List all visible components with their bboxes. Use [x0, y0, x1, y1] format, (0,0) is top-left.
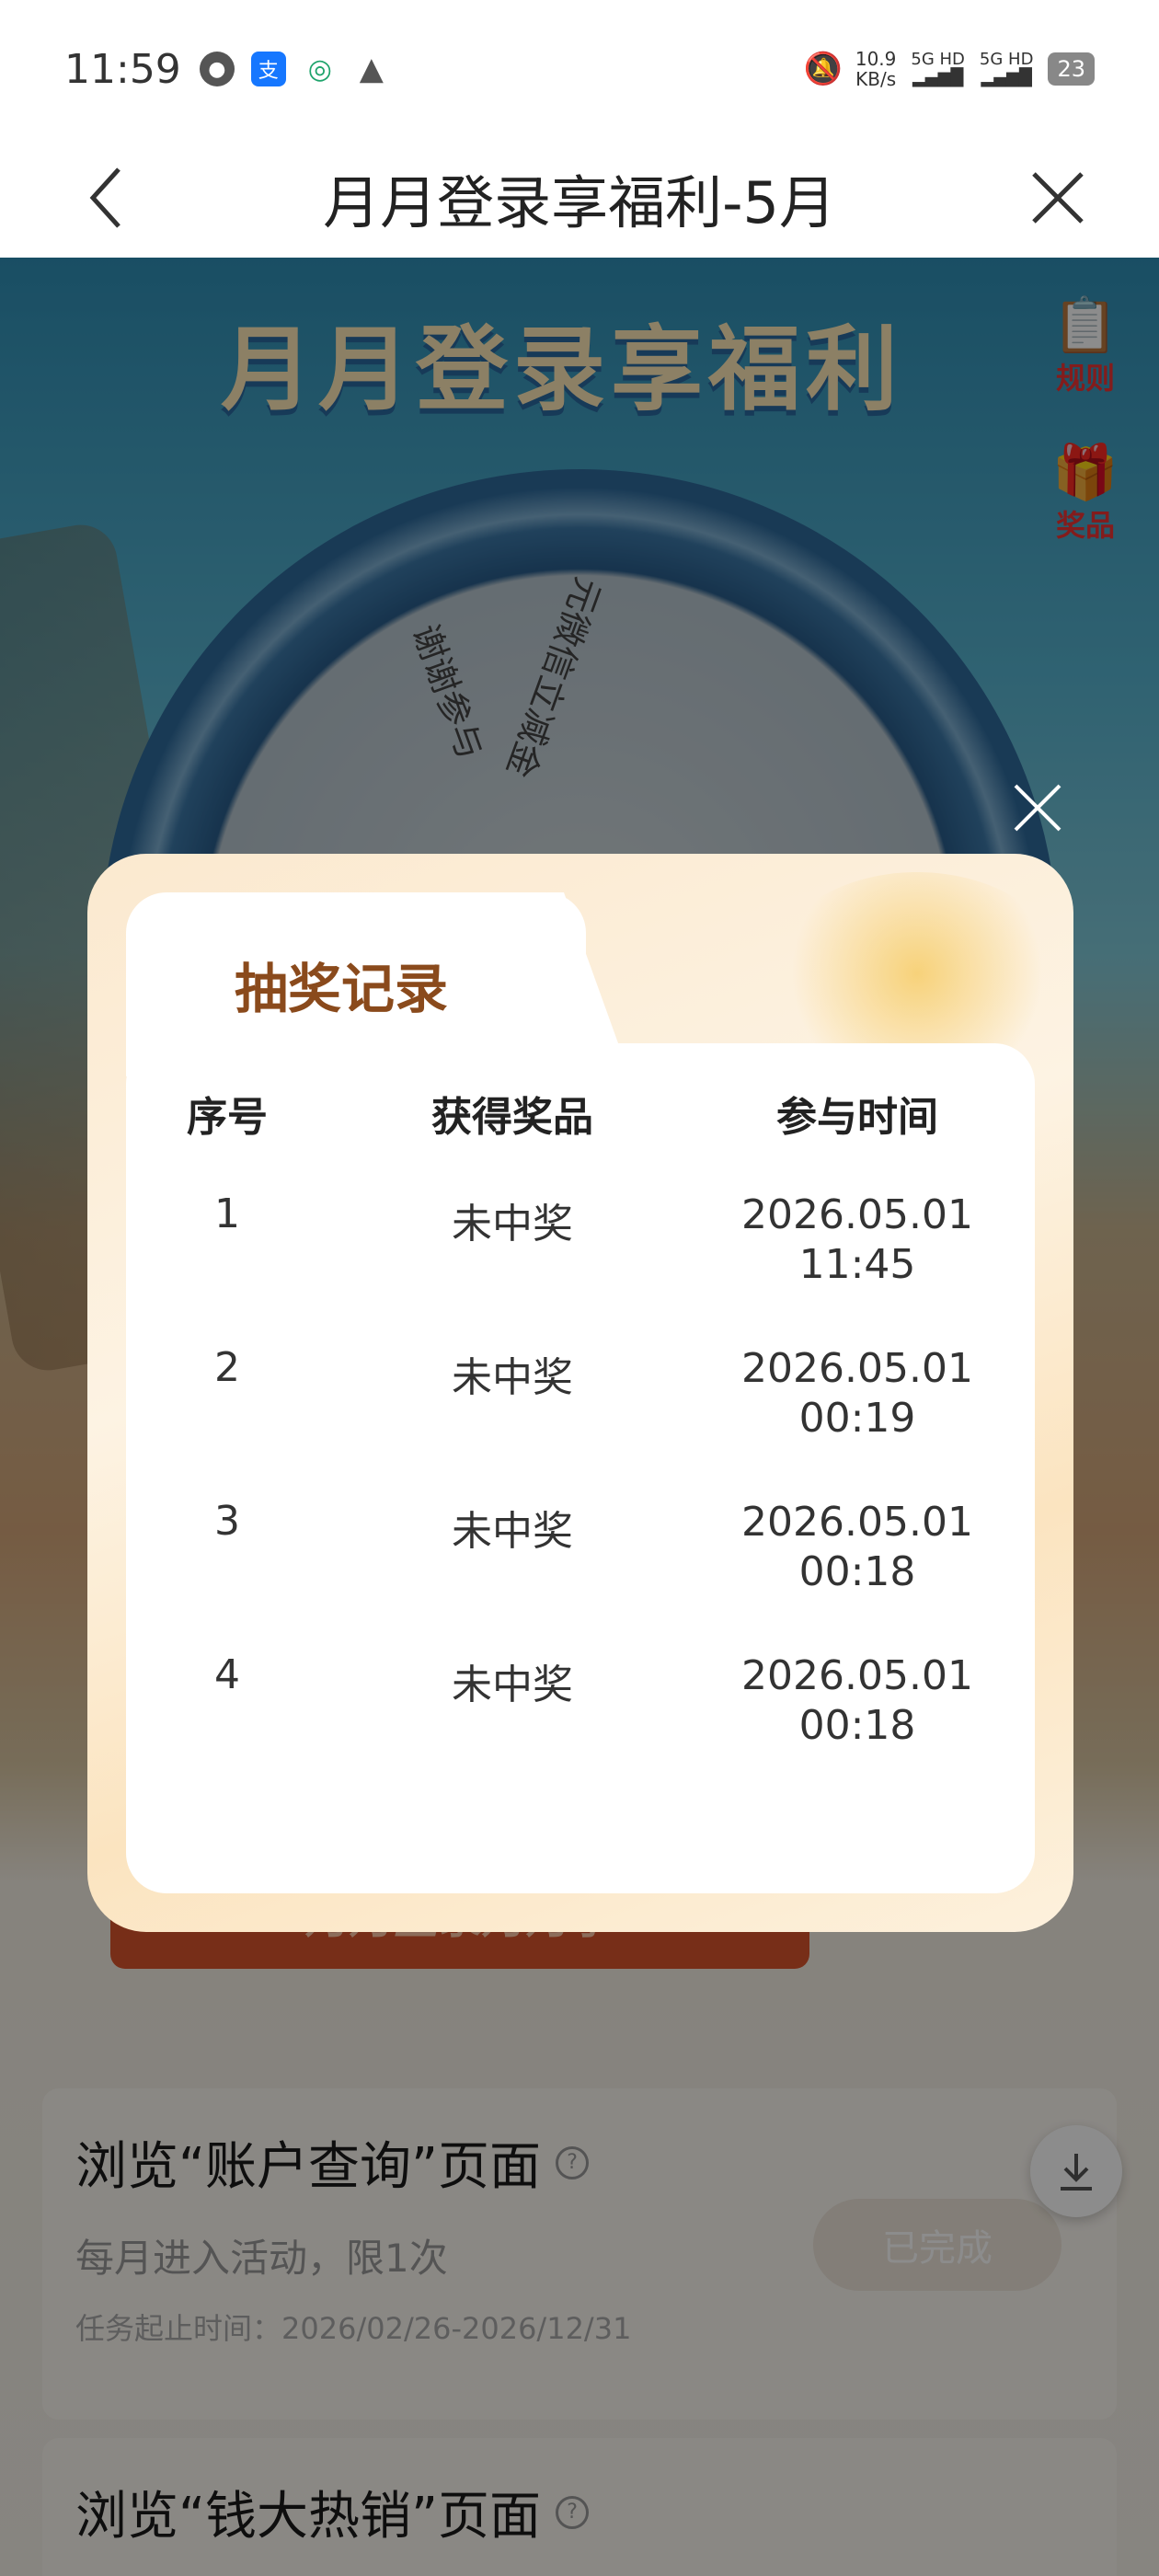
- row-time: 2026.05.01 00:18: [696, 1651, 1018, 1751]
- row-number: 1: [214, 1190, 240, 1237]
- signal-2-label: 5G HD: [979, 50, 1034, 69]
- row-prize: 未中奖: [452, 1201, 573, 1248]
- column-header-number: 序号: [187, 1094, 268, 1141]
- row-time: 2026.05.01 00:19: [696, 1344, 1018, 1443]
- battery-indicator: 23: [1048, 52, 1095, 86]
- close-button[interactable]: [1021, 158, 1095, 237]
- row-prize: 未中奖: [452, 1662, 573, 1708]
- mute-icon: 🔕: [803, 51, 843, 87]
- row-time: 2026.05.01 00:18: [696, 1498, 1018, 1597]
- chat-icon: ●: [199, 52, 235, 86]
- row-prize: 未中奖: [452, 1508, 573, 1555]
- signal-1-label: 5G HD: [911, 50, 965, 69]
- row-time-text: 00:18: [798, 1548, 916, 1595]
- table-row: 2 未中奖 2026.05.01 00:19: [126, 1344, 1035, 1473]
- net-speed-value: 10.9: [855, 48, 897, 70]
- page-title: 月月登录享福利-5月: [323, 169, 836, 236]
- signal-bars-icon: ▂▄▆█: [981, 68, 1032, 87]
- table-row: 4 未中奖 2026.05.01 00:18: [126, 1651, 1035, 1780]
- status-time: 11:59: [64, 45, 181, 93]
- row-time-text: 00:18: [798, 1702, 916, 1749]
- row-time: 2026.05.01 11:45: [696, 1190, 1018, 1290]
- status-bar: 11:59 ● 支 ◎ ▲ 🔕 10.9 KB/s 5G HD ▂▄▆█ 5G H…: [0, 0, 1159, 138]
- alipay-icon: 支: [250, 52, 286, 86]
- close-icon: [1014, 784, 1061, 832]
- modal-close-button[interactable]: [1003, 773, 1073, 843]
- bell-icon: ▲: [359, 51, 384, 87]
- record-table: 序号 获得奖品 参与时间 1 未中奖 2026.05.01 11:45 2 未中…: [126, 1043, 1035, 1893]
- signal-bars-icon: ▂▄▆█: [912, 68, 964, 87]
- row-number: 2: [214, 1344, 240, 1391]
- chevron-left-icon: [89, 167, 120, 228]
- net-speed: 10.9 KB/s: [855, 49, 897, 89]
- signal-1: 5G HD ▂▄▆█: [911, 51, 965, 87]
- net-speed-unit: KB/s: [855, 68, 897, 90]
- row-time-text: 00:19: [798, 1395, 916, 1442]
- table-header: 序号 获得奖品 参与时间: [126, 1084, 1035, 1141]
- table-row: 1 未中奖 2026.05.01 11:45: [126, 1190, 1035, 1319]
- row-date-text: 2026.05.01: [741, 1499, 973, 1546]
- row-number: 4: [214, 1651, 240, 1698]
- title-bar: 月月登录享福利-5月: [0, 138, 1159, 258]
- china-mobile-icon: ◎: [307, 52, 332, 86]
- row-prize: 未中奖: [452, 1354, 573, 1401]
- row-number: 3: [214, 1498, 240, 1545]
- close-icon: [1032, 172, 1084, 224]
- column-header-time: 参与时间: [776, 1094, 938, 1141]
- row-date-text: 2026.05.01: [741, 1191, 973, 1238]
- signal-2: 5G HD ▂▄▆█: [980, 51, 1034, 87]
- table-row: 3 未中奖 2026.05.01 00:18: [126, 1498, 1035, 1627]
- modal-title: 抽奖记录: [235, 958, 449, 1020]
- row-time-text: 11:45: [798, 1241, 916, 1288]
- notification-icons: ● 支 ◎ ▲: [199, 51, 389, 87]
- lottery-record-modal: 抽奖记录 序号 获得奖品 参与时间 1 未中奖 2026.05.01 11:45…: [87, 854, 1073, 1932]
- row-date-text: 2026.05.01: [741, 1652, 973, 1699]
- back-button[interactable]: [74, 158, 138, 237]
- column-header-prize: 获得奖品: [431, 1094, 593, 1141]
- status-right: 🔕 10.9 KB/s 5G HD ▂▄▆█ 5G HD ▂▄▆█ 23: [803, 49, 1095, 89]
- row-date-text: 2026.05.01: [741, 1345, 973, 1392]
